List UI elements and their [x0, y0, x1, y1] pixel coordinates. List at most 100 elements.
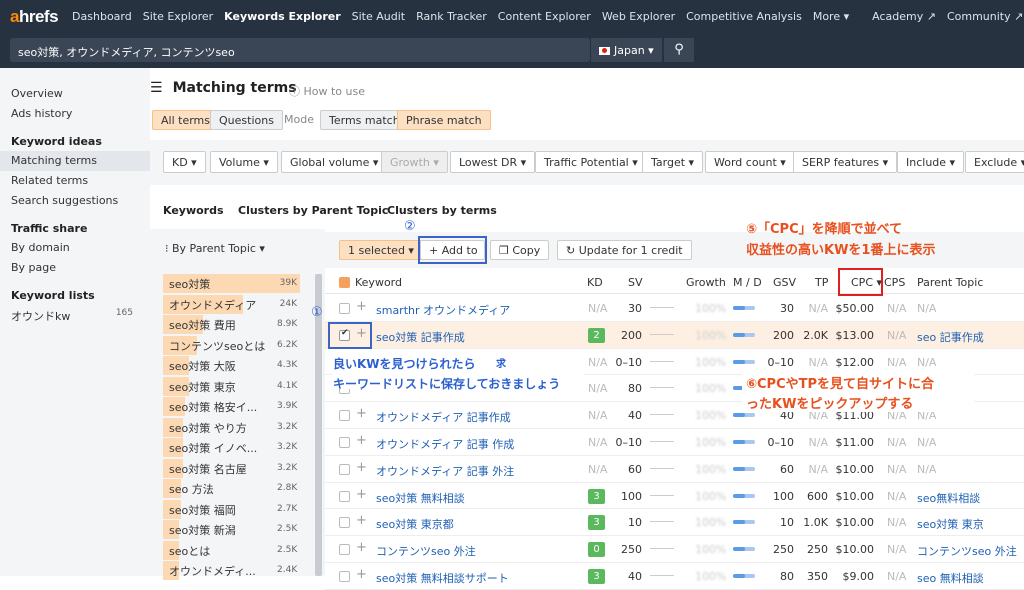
add-keyword-icon[interactable]: + — [356, 567, 367, 582]
trend-sparkline — [650, 380, 674, 389]
sv-value: 250 — [621, 543, 642, 557]
col-cps[interactable]: CPS — [884, 276, 905, 289]
filter-exclude[interactable]: Exclude ▾ — [965, 151, 1024, 173]
keyword-link[interactable]: オウンドメディア 記事作成 — [376, 409, 511, 425]
tab-clusters-parent-topic[interactable]: Clusters by Parent Topic — [238, 204, 388, 217]
add-keyword-icon[interactable]: + — [356, 513, 367, 528]
tab-all-terms[interactable]: All terms — [152, 110, 219, 130]
nav-rank-tracker[interactable]: Rank Tracker — [416, 10, 487, 23]
filter-global-volume[interactable]: Global volume ▾ — [281, 151, 388, 173]
mode-phrase-match[interactable]: Phrase match — [397, 110, 491, 130]
row-checkbox[interactable] — [339, 303, 350, 314]
gsv-value: 30 — [780, 302, 794, 315]
sidebar-item-by-domain[interactable]: By domain — [0, 238, 150, 258]
parent-topic-link: N/A — [917, 462, 937, 476]
sidebar-item-search-suggestions[interactable]: Search suggestions — [0, 191, 150, 211]
ahrefs-logo[interactable]: ahrefs — [10, 7, 59, 27]
sidebar-item-related-terms[interactable]: Related terms — [0, 171, 150, 191]
filter-growth: Growth ▾ — [381, 151, 448, 173]
update-button[interactable]: ↻ Update for 1 credit — [557, 240, 692, 260]
selected-dropdown[interactable]: 1 selected ▾ — [339, 240, 423, 260]
add-keyword-icon[interactable]: + — [356, 540, 367, 555]
filter-traffic-potential[interactable]: Traffic Potential ▾ — [535, 151, 647, 173]
keyword-link[interactable]: seo対策 東京都 — [376, 516, 454, 532]
menu-icon[interactable]: ☰ — [150, 80, 163, 96]
filter-lowest-dr[interactable]: Lowest DR ▾ — [450, 151, 536, 173]
col-kd[interactable]: KD — [587, 276, 603, 289]
row-checkbox[interactable] — [339, 517, 350, 529]
nav-community[interactable]: Community ↗ — [947, 10, 1023, 23]
keyword-link[interactable]: コンテンツseo 外注 — [376, 543, 476, 559]
parent-topic-link[interactable]: seo 記事作成 — [917, 329, 984, 345]
sidebar-item-overview[interactable]: Overview — [0, 84, 150, 104]
group-label: seo対策 名古屋 — [169, 462, 247, 476]
how-to-use-link[interactable]: ⓘ How to use — [289, 83, 365, 99]
filter-kd[interactable]: KD ▾ — [163, 151, 206, 173]
row-checkbox[interactable] — [339, 410, 350, 422]
col-sv[interactable]: SV — [628, 276, 643, 289]
keyword-link[interactable]: seo対策 無料相談 — [376, 490, 465, 506]
cpc-value: $10.00 — [835, 489, 875, 503]
tab-keywords[interactable]: Keywords — [163, 204, 224, 217]
nav-site-audit[interactable]: Site Audit — [352, 10, 405, 23]
group-label: seo 方法 — [169, 483, 214, 496]
add-keyword-icon[interactable]: + — [356, 406, 367, 421]
sidebar-item-keyword-list[interactable]: オウンドkw 165 — [0, 305, 150, 325]
country-select[interactable]: Japan ▾ — [590, 38, 662, 62]
parent-topic-link[interactable]: コンテンツseo 外注 — [917, 543, 1017, 559]
col-growth[interactable]: Growth — [686, 276, 726, 289]
keyword-link[interactable]: seo対策 無料相談サポート — [376, 570, 509, 586]
nav-competitive-analysis[interactable]: Competitive Analysis — [686, 10, 802, 23]
col-parent-topic[interactable]: Parent Topic — [917, 276, 983, 289]
row-checkbox[interactable] — [339, 463, 350, 475]
keyword-link[interactable]: オウンドメディア 記事 外注 — [376, 463, 514, 479]
col-tp[interactable]: TP — [815, 276, 828, 289]
filter-volume[interactable]: Volume ▾ — [210, 151, 278, 173]
nav-more[interactable]: More ▾ — [813, 10, 849, 23]
col-md[interactable]: M / D — [733, 276, 762, 289]
col-gsv[interactable]: GSV — [773, 276, 796, 289]
row-checkbox[interactable] — [339, 571, 350, 582]
col-keyword[interactable]: Keyword — [355, 276, 402, 289]
parent-topic-link[interactable]: seo無料相談 — [917, 490, 980, 506]
copy-button[interactable]: ❐ Copy — [490, 240, 550, 260]
cps-value: N/A — [887, 516, 907, 530]
keyword-search-input[interactable]: seo対策, オウンドメディア, コンテンツseo — [10, 38, 590, 62]
group-label: seo対策 格安イ... — [169, 401, 258, 414]
keyword-link[interactable]: smarthr オウンドメディア — [376, 302, 510, 318]
add-keyword-icon[interactable]: + — [356, 460, 367, 475]
keyword-link[interactable]: オウンドメディア 記事 作成 — [376, 436, 514, 452]
add-keyword-icon[interactable]: + — [356, 299, 367, 314]
tp-value: N/A — [808, 355, 828, 369]
tab-questions[interactable]: Questions — [210, 110, 283, 130]
filter-word-count[interactable]: Word count ▾ — [705, 151, 795, 173]
parent-topic-link[interactable]: seo 無料相談 — [917, 570, 984, 586]
add-keyword-icon[interactable]: + — [356, 433, 367, 448]
nav-academy[interactable]: Academy ↗ — [872, 10, 936, 23]
nav-content-explorer[interactable]: Content Explorer — [498, 10, 591, 23]
tab-clusters-terms[interactable]: Clusters by terms — [387, 204, 497, 217]
add-keyword-icon[interactable]: + — [356, 487, 367, 502]
search-button[interactable]: ⚲ — [664, 38, 694, 62]
sidebar-item-matching-terms[interactable]: Matching terms — [0, 151, 150, 171]
sidebar-item-ads-history[interactable]: Ads history — [0, 104, 150, 124]
nav-keywords-explorer[interactable]: Keywords Explorer — [224, 10, 340, 23]
filter-target[interactable]: Target ▾ — [642, 151, 704, 173]
group-by-select[interactable]: ⁝ By Parent Topic ▾ — [165, 242, 265, 255]
filter-serp-features[interactable]: SERP features ▾ — [793, 151, 898, 173]
keyword-link[interactable]: seo対策 記事作成 — [376, 329, 465, 345]
filter-include[interactable]: Include ▾ — [897, 151, 965, 173]
group-label: seo対策 イノベ... — [169, 442, 258, 455]
parent-topic-link[interactable]: seo対策 東京 — [917, 516, 984, 532]
row-checkbox[interactable] — [339, 490, 350, 502]
row-checkbox[interactable] — [339, 544, 350, 556]
sidebar-item-by-page[interactable]: By page — [0, 258, 150, 278]
row-checkbox[interactable] — [339, 437, 350, 448]
select-all-checkbox[interactable] — [339, 277, 350, 288]
nav-site-explorer[interactable]: Site Explorer — [143, 10, 213, 23]
nav-web-explorer[interactable]: Web Explorer — [602, 10, 675, 23]
group-label: seo対策 やり方 — [169, 421, 247, 435]
group-count: 6.2K — [277, 339, 298, 350]
nav-dashboard[interactable]: Dashboard — [72, 10, 132, 23]
mode-terms-match[interactable]: Terms match — [320, 110, 409, 130]
